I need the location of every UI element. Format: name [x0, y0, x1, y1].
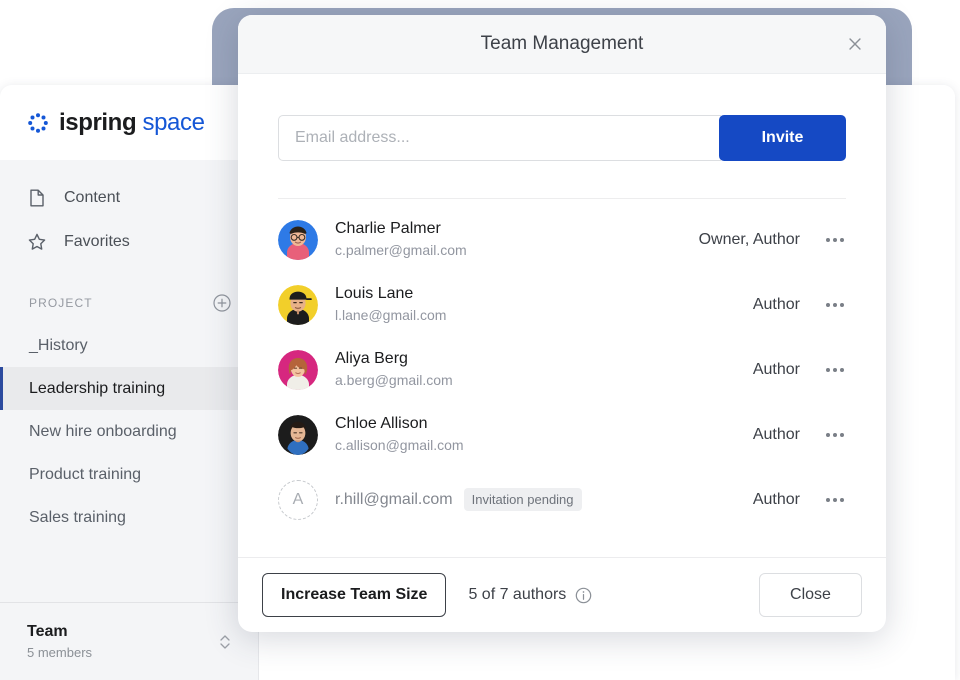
- member-identity: Charlie Palmer c.palmer@gmail.com: [335, 219, 467, 260]
- sidebar: ispring space Content Favorites PROJECT …: [0, 85, 259, 680]
- member-name: Louis Lane: [335, 285, 414, 302]
- member-role: Author: [752, 425, 800, 443]
- team-member-count: 5 members: [27, 645, 93, 660]
- increase-team-size-button[interactable]: Increase Team Size: [262, 573, 447, 617]
- file-icon: [27, 188, 47, 208]
- row-menu-icon[interactable]: [800, 237, 846, 242]
- invite-row: Invite: [278, 115, 846, 161]
- dialog-title: Team Management: [480, 33, 644, 54]
- avatar: [278, 349, 318, 390]
- sidebar-item-label: Content: [64, 189, 121, 206]
- member-identity: Aliya Berg a.berg@gmail.com: [335, 349, 453, 390]
- project-item-label: Sales training: [29, 508, 126, 526]
- star-icon: [27, 232, 47, 252]
- member-email: c.allison@gmail.com: [335, 437, 464, 453]
- project-section-header: PROJECT: [0, 286, 258, 320]
- authors-count: 5 of 7 authors: [468, 586, 592, 604]
- logo-product: space: [142, 108, 205, 136]
- member-identity: Louis Lane l.lane@gmail.com: [335, 284, 446, 325]
- app-logo[interactable]: ispring space: [26, 109, 205, 137]
- team-switcher[interactable]: Team 5 members: [0, 602, 258, 680]
- project-item-label: Product training: [29, 465, 142, 483]
- table-row[interactable]: Charlie Palmer c.palmer@gmail.com Owner,…: [278, 207, 846, 272]
- avatar: [278, 414, 318, 455]
- sidebar-item-favorites[interactable]: Favorites: [0, 220, 258, 264]
- member-email: r.hill@gmail.com: [335, 490, 453, 508]
- member-name: Chloe Allison: [335, 415, 428, 432]
- info-circle-icon[interactable]: [575, 587, 592, 604]
- row-menu-icon[interactable]: [800, 432, 846, 437]
- member-name: Charlie Palmer: [335, 220, 441, 237]
- logo-brand: ispring: [59, 108, 137, 136]
- sidebar-nav: Content Favorites: [0, 160, 258, 264]
- project-item-new-hire-onboarding[interactable]: New hire onboarding: [0, 410, 258, 453]
- team-info: Team 5 members: [27, 623, 92, 660]
- member-role: Author: [752, 360, 800, 378]
- close-button[interactable]: Close: [759, 573, 862, 617]
- email-input[interactable]: [278, 115, 721, 161]
- team-name: Team: [27, 623, 68, 640]
- avatar-initial: A: [292, 490, 304, 508]
- authors-count-label: 5 of 7 authors: [468, 586, 567, 603]
- project-item-label: Leadership training: [29, 379, 166, 397]
- project-item-product-training[interactable]: Product training: [0, 453, 258, 496]
- project-section-title: PROJECT: [29, 296, 93, 310]
- member-info: r.hill@gmail.com Invitation pending: [335, 488, 753, 511]
- member-role: Author: [752, 490, 800, 508]
- member-email: a.berg@gmail.com: [335, 372, 453, 388]
- avatar: [278, 284, 318, 325]
- member-email: c.palmer@gmail.com: [335, 242, 467, 258]
- plus-circle-icon[interactable]: [213, 294, 231, 312]
- sidebar-header: ispring space: [0, 85, 258, 160]
- row-menu-icon[interactable]: [800, 367, 846, 372]
- table-row[interactable]: A r.hill@gmail.com Invitation pending Au…: [278, 467, 846, 532]
- member-info: Aliya Berg a.berg@gmail.com: [335, 349, 753, 390]
- invite-button[interactable]: Invite: [719, 115, 846, 161]
- dialog-footer: Increase Team Size 5 of 7 authors Close: [238, 557, 886, 632]
- member-list: Charlie Palmer c.palmer@gmail.com Owner,…: [278, 199, 846, 532]
- project-item-label: New hire onboarding: [29, 422, 177, 440]
- asterisk-icon: [26, 111, 50, 135]
- project-item-leadership-training[interactable]: Leadership training: [0, 367, 258, 410]
- avatar: A: [278, 479, 318, 520]
- member-role: Author: [752, 295, 800, 313]
- sidebar-item-content[interactable]: Content: [0, 176, 258, 220]
- member-info: Louis Lane l.lane@gmail.com: [335, 284, 753, 325]
- member-identity: Chloe Allison c.allison@gmail.com: [335, 414, 464, 455]
- up-down-chevron-icon[interactable]: [218, 630, 232, 654]
- avatar: [278, 219, 318, 260]
- sidebar-item-label: Favorites: [64, 233, 130, 250]
- dialog-body: Invite: [238, 74, 886, 557]
- table-row[interactable]: Chloe Allison c.allison@gmail.com Author: [278, 402, 846, 467]
- project-item-label: _History: [29, 336, 88, 354]
- dialog-header: Team Management: [238, 15, 886, 74]
- project-item-history[interactable]: _History: [0, 324, 258, 367]
- team-management-dialog: Team Management Invite: [238, 15, 886, 632]
- close-icon[interactable]: [840, 29, 870, 59]
- project-list: _History Leadership training New hire on…: [0, 324, 258, 539]
- member-info: Charlie Palmer c.palmer@gmail.com: [335, 219, 699, 260]
- status-badge: Invitation pending: [463, 488, 582, 511]
- table-row[interactable]: Louis Lane l.lane@gmail.com Author: [278, 272, 846, 337]
- member-info: Chloe Allison c.allison@gmail.com: [335, 414, 753, 455]
- member-role: Owner, Author: [698, 230, 800, 248]
- project-item-sales-training[interactable]: Sales training: [0, 496, 258, 539]
- screen: ispring space Content Favorites PROJECT …: [0, 0, 960, 680]
- table-row[interactable]: Aliya Berg a.berg@gmail.com Author: [278, 337, 846, 402]
- logo-text: ispring space: [59, 109, 205, 137]
- member-name: Aliya Berg: [335, 350, 408, 367]
- member-email: l.lane@gmail.com: [335, 307, 447, 323]
- row-menu-icon[interactable]: [800, 302, 846, 307]
- row-menu-icon[interactable]: [800, 497, 846, 502]
